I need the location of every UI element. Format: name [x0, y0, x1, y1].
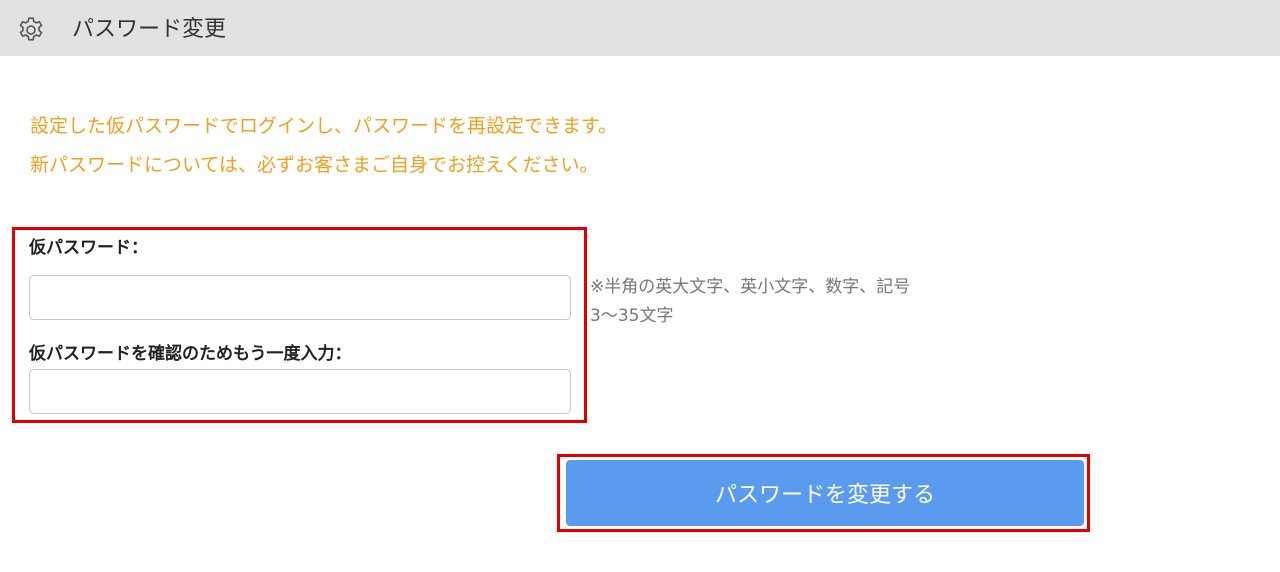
page-header: パスワード変更: [0, 0, 1280, 56]
temp-password-label: 仮パスワード：: [29, 238, 148, 258]
notice-line-2: 新パスワードについては、必ずお客さまご自身でお控えください。: [30, 154, 599, 176]
confirm-password-label: 仮パスワードを確認のためもう一度入力：: [29, 344, 352, 364]
gear-icon: [19, 17, 43, 41]
page-title: パスワード変更: [72, 17, 227, 42]
notice-line-1: 設定した仮パスワードでログインし、パスワードを再設定できます。: [30, 115, 618, 137]
temp-password-input[interactable]: [29, 275, 571, 320]
password-hint-length: 3〜35文字: [590, 306, 674, 326]
change-password-button[interactable]: パスワードを変更する: [566, 460, 1084, 526]
password-hint-chars: ※半角の英大文字、英小文字、数字、記号: [590, 277, 911, 297]
confirm-password-input[interactable]: [29, 369, 571, 414]
